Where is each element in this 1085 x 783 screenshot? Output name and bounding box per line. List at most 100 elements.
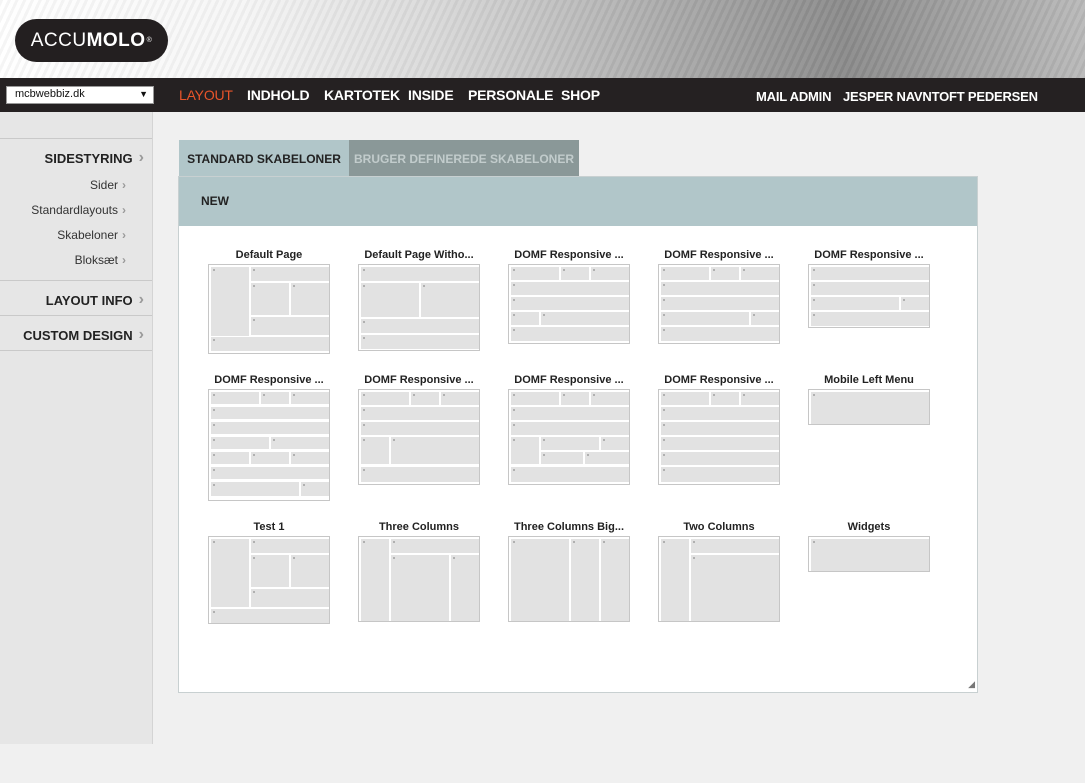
layout-block <box>811 392 929 424</box>
site-selector[interactable]: mcbwebbiz.dk ▼ <box>6 86 154 104</box>
template-thumbnail[interactable] <box>508 264 630 344</box>
layout-block <box>211 267 249 336</box>
template-card[interactable]: Default Page <box>179 249 330 354</box>
resize-handle-icon[interactable]: ◢ <box>968 679 975 690</box>
sidebar-item-sider[interactable]: Sider › <box>90 178 126 192</box>
sidebar-item-bloksaet[interactable]: Bloksæt › <box>75 253 126 267</box>
nav-mail-admin[interactable]: MAIL ADMIN <box>756 89 831 104</box>
template-thumbnail[interactable] <box>208 536 330 624</box>
site-selector-value: mcbwebbiz.dk <box>15 88 85 100</box>
nav-user-name[interactable]: JESPER NAVNTOFT PEDERSEN <box>843 89 1038 104</box>
new-template-link[interactable]: NEW <box>201 194 229 208</box>
template-name: Three Columns <box>378 521 460 533</box>
sidebar-item-skabeloner[interactable]: Skabeloner › <box>57 228 126 242</box>
template-thumbnail[interactable] <box>208 389 330 501</box>
template-thumbnail[interactable] <box>508 536 630 622</box>
nav-personale[interactable]: PERSONALE <box>468 87 554 103</box>
template-card[interactable]: DOMF Responsive ... <box>329 374 480 485</box>
sidebar-item-standardlayouts[interactable]: Standardlayouts › <box>31 203 126 217</box>
layout-block <box>661 392 709 405</box>
template-name: Two Columns <box>683 521 755 533</box>
template-thumbnail[interactable] <box>808 536 930 572</box>
layout-block <box>741 392 779 405</box>
layout-block <box>691 555 779 621</box>
template-thumbnail[interactable] <box>658 389 780 485</box>
layout-block <box>251 555 289 587</box>
nav-layout[interactable]: LAYOUT <box>179 87 233 103</box>
nav-indhold[interactable]: INDHOLD <box>247 87 310 103</box>
template-thumbnail[interactable] <box>658 264 780 344</box>
template-name: Default Page <box>235 249 303 261</box>
layout-block <box>591 267 629 280</box>
template-card[interactable]: Widgets <box>779 521 930 572</box>
layout-block <box>691 539 779 553</box>
panel-header: NEW <box>179 177 977 226</box>
sidebar-section-custom-design[interactable]: CUSTOM DESIGN › <box>23 326 144 344</box>
accumolo-logo[interactable]: ACCU MOLO ® <box>15 19 168 62</box>
layout-block <box>661 327 779 341</box>
chevron-right-icon: › <box>138 326 144 343</box>
template-card[interactable]: Two Columns <box>629 521 780 622</box>
layout-block <box>711 267 739 280</box>
layout-block <box>421 283 479 317</box>
template-card[interactable]: Three Columns Big... <box>479 521 630 622</box>
template-card[interactable]: DOMF Responsive ... <box>629 374 780 485</box>
nav-shop[interactable]: SHOP <box>561 87 600 103</box>
template-card[interactable]: DOMF Responsive ... <box>629 249 780 344</box>
layout-block <box>811 282 929 295</box>
nav-inside[interactable]: INSIDE <box>408 87 454 103</box>
sidebar-section-sidestyring[interactable]: SIDESTYRING › <box>45 149 144 167</box>
layout-block <box>261 392 289 404</box>
template-card[interactable]: DOMF Responsive ... <box>779 249 930 328</box>
tab-standard-skabeloner[interactable]: STANDARD SKABELONER <box>179 140 349 177</box>
template-thumbnail[interactable] <box>358 389 480 485</box>
template-thumbnail[interactable] <box>358 536 480 622</box>
template-thumbnail[interactable] <box>808 389 930 425</box>
layout-block <box>751 312 779 325</box>
layout-block <box>811 297 899 310</box>
sidebar-section-layout-info[interactable]: LAYOUT INFO › <box>46 291 144 309</box>
layout-block <box>211 407 329 419</box>
top-navigation: mcbwebbiz.dk ▼ LAYOUT INDHOLD KARTOTEK I… <box>0 78 1085 112</box>
template-card[interactable]: DOMF Responsive ... <box>179 374 330 501</box>
template-thumbnail[interactable] <box>508 389 630 485</box>
template-card[interactable]: Three Columns <box>329 521 480 622</box>
template-card[interactable]: Default Page Witho... <box>329 249 480 351</box>
template-card[interactable]: DOMF Responsive ... <box>479 374 630 485</box>
template-thumbnail[interactable] <box>208 264 330 354</box>
nav-kartotek[interactable]: KARTOTEK <box>324 87 400 103</box>
layout-block <box>251 539 329 553</box>
layout-block <box>211 392 259 404</box>
layout-block <box>251 317 329 335</box>
layout-block <box>211 422 329 434</box>
dropdown-arrow-icon: ▼ <box>139 89 148 99</box>
layout-block <box>451 555 479 621</box>
template-thumbnail[interactable] <box>358 264 480 351</box>
layout-block <box>411 392 439 405</box>
layout-block <box>661 297 779 310</box>
layout-block <box>211 482 299 496</box>
template-name: Widgets <box>847 521 891 533</box>
templates-panel: NEW Default Page Default Page Witho... DOM… <box>178 176 978 693</box>
layout-block <box>561 267 589 280</box>
template-thumbnail[interactable] <box>658 536 780 622</box>
template-thumbnail[interactable] <box>808 264 930 328</box>
layout-block <box>361 267 479 281</box>
layout-block <box>901 297 929 310</box>
layout-block <box>811 267 929 280</box>
template-card[interactable]: DOMF Responsive ... <box>479 249 630 344</box>
layout-block <box>661 452 779 465</box>
layout-block <box>661 422 779 435</box>
layout-block <box>511 437 539 464</box>
template-card[interactable]: Test 1 <box>179 521 330 624</box>
layout-block <box>511 327 629 341</box>
layout-block <box>361 319 479 333</box>
layout-block <box>291 555 329 587</box>
layout-block <box>661 282 779 295</box>
template-card[interactable]: Mobile Left Menu <box>779 374 930 425</box>
layout-block <box>251 452 289 464</box>
layout-block <box>661 539 689 621</box>
tab-bruger-definerede-skabeloner[interactable]: BRUGER DEFINEREDE SKABELONER <box>349 140 579 177</box>
template-name: Test 1 <box>253 521 285 533</box>
layout-block <box>251 589 329 607</box>
